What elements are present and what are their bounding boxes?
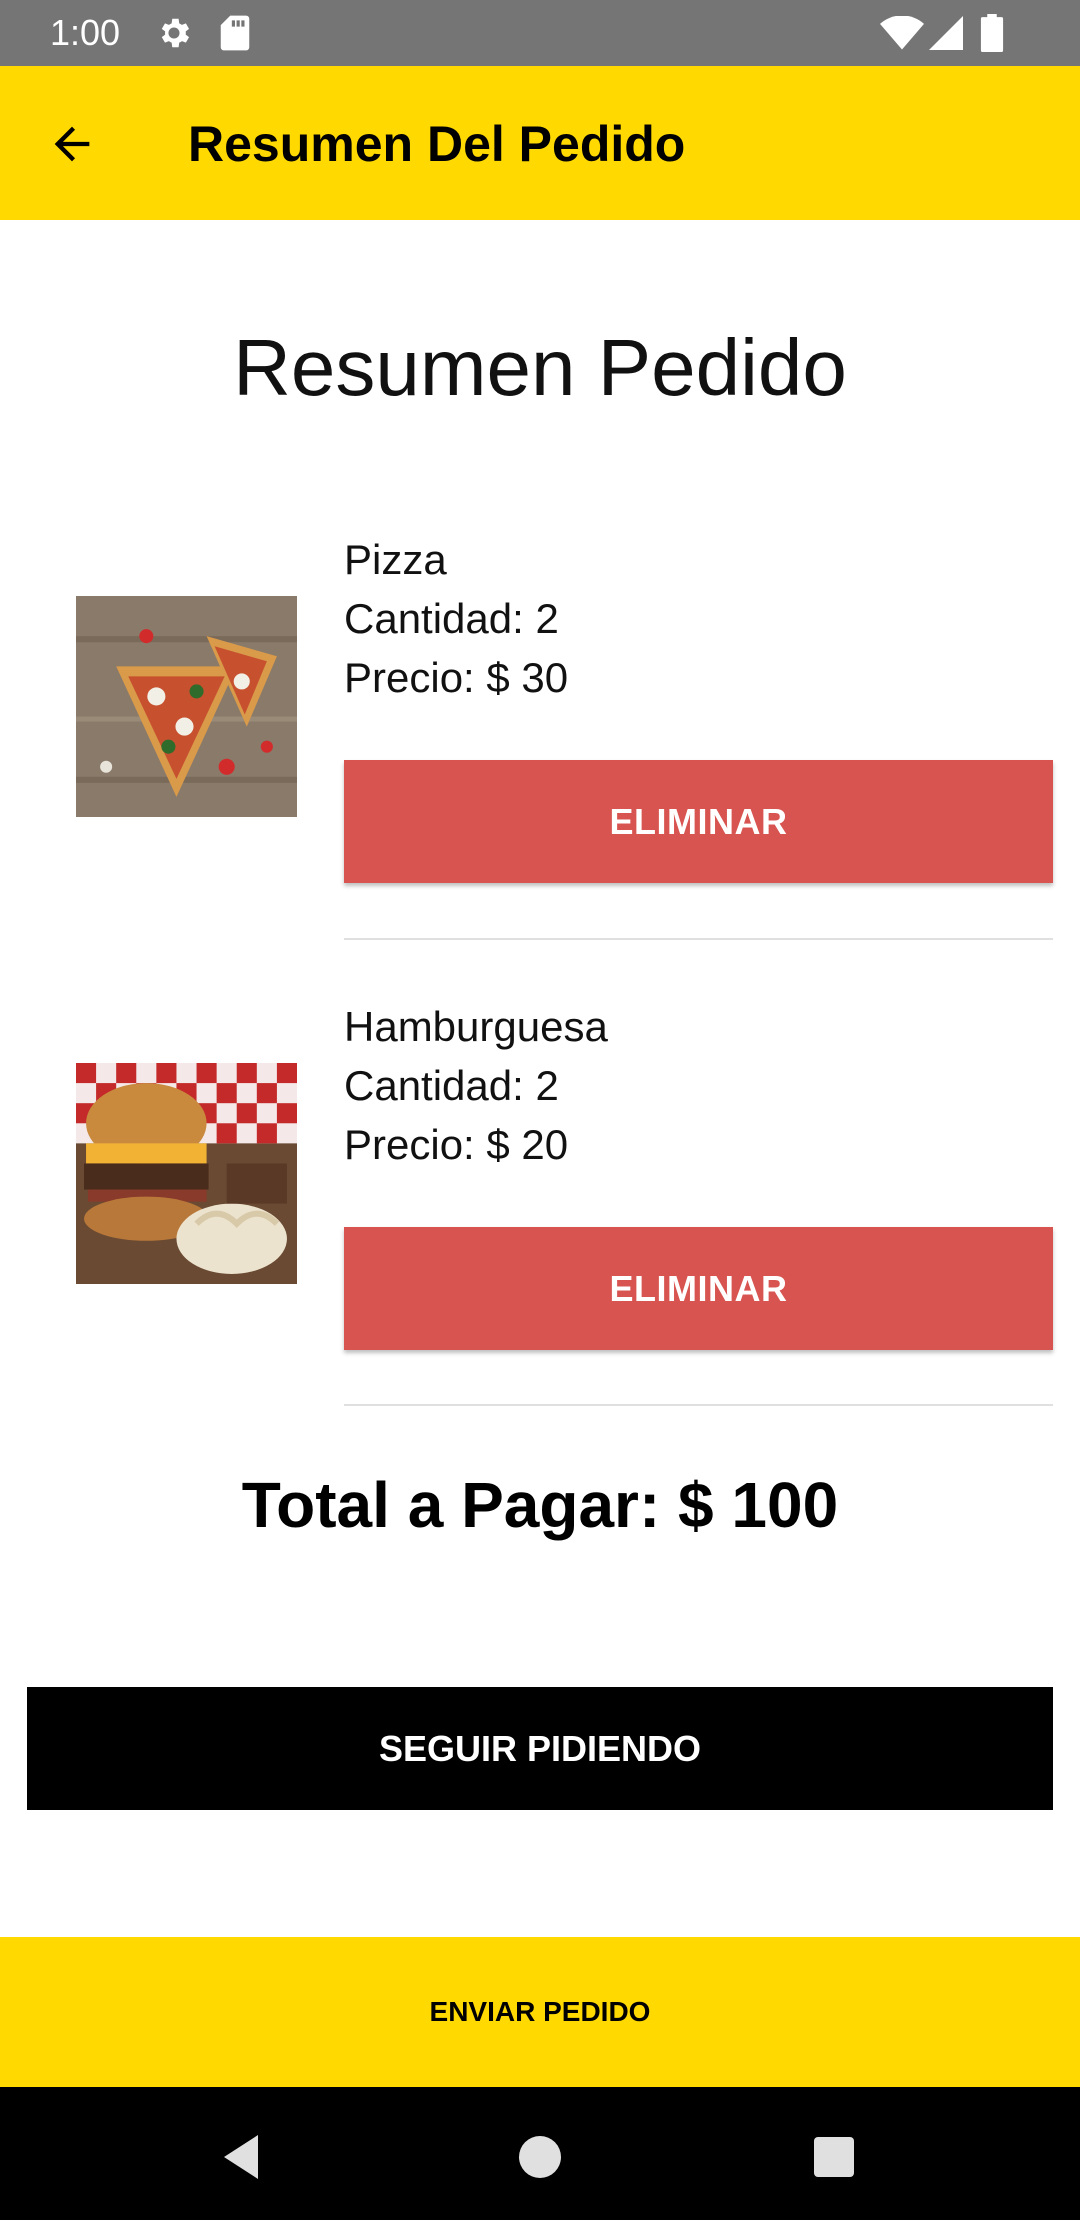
status-time: 1:00 bbox=[50, 12, 121, 53]
back-triangle-icon[interactable] bbox=[214, 2127, 274, 2187]
sd-card-icon bbox=[220, 15, 250, 51]
item-price: Precio: $ 20 bbox=[344, 1121, 569, 1168]
back-button[interactable] bbox=[24, 100, 120, 188]
page-title: Resumen Pedido bbox=[233, 323, 847, 412]
item-name: Pizza bbox=[344, 536, 447, 583]
app-bar: Resumen Del Pedido bbox=[0, 66, 1080, 220]
gear-icon bbox=[161, 18, 190, 48]
signal-icon bbox=[929, 16, 963, 50]
system-nav-bar bbox=[0, 2087, 1080, 2220]
recents-square-icon[interactable] bbox=[804, 2127, 864, 2187]
item-divider bbox=[344, 938, 1053, 940]
continue-ordering-button[interactable]: SEGUIR PIDIENDO bbox=[27, 1687, 1053, 1810]
item-quantity: Cantidad: 2 bbox=[344, 595, 559, 642]
battery-icon bbox=[980, 14, 1004, 52]
pizza-photo bbox=[76, 596, 297, 817]
total-amount: Total a Pagar: $ 100 bbox=[241, 1469, 839, 1541]
arrow-left-icon bbox=[54, 126, 90, 162]
status-bar: 1:00 bbox=[0, 0, 1080, 66]
send-order-button[interactable]: ENVIAR PEDIDO bbox=[0, 1937, 1080, 2087]
item-name: Hamburguesa bbox=[344, 1003, 608, 1050]
delete-pizza-button[interactable]: ELIMINAR bbox=[344, 760, 1053, 883]
item-quantity: Cantidad: 2 bbox=[344, 1062, 559, 1109]
item-price: Precio: $ 30 bbox=[344, 654, 569, 701]
item-divider bbox=[344, 1404, 1053, 1406]
home-circle-icon[interactable] bbox=[510, 2127, 570, 2187]
delete-hamburguesa-button[interactable]: ELIMINAR bbox=[344, 1227, 1053, 1350]
app-bar-title: Resumen Del Pedido bbox=[188, 116, 686, 172]
wifi-icon bbox=[880, 16, 924, 50]
burger-photo bbox=[76, 1063, 297, 1284]
